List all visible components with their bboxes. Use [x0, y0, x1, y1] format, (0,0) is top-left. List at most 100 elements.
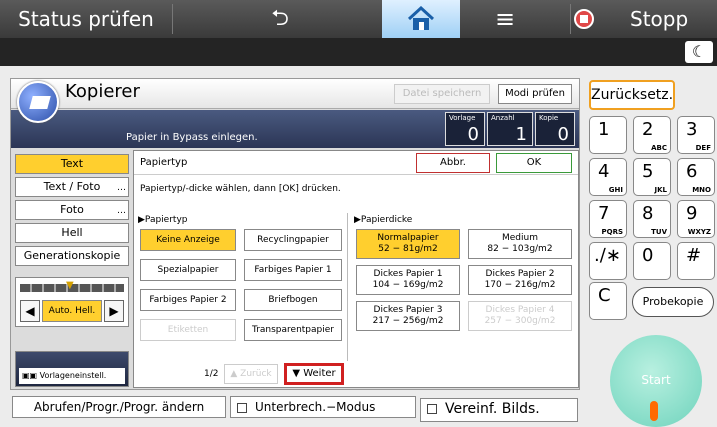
previous-page-button[interactable]: ▲ Zurück: [224, 364, 278, 384]
dialog-hint: Papiertyp/-dicke wählen, dann [OK] drück…: [140, 184, 341, 194]
counter-label: Vorlage: [449, 114, 476, 122]
simple-screen-button[interactable]: Vereinf. Bilds.: [420, 398, 578, 422]
auto-density-button[interactable]: Auto. Hell.: [42, 300, 102, 322]
key-letters: GHI: [608, 186, 623, 194]
clear-key[interactable]: C: [589, 282, 627, 320]
status-check-button[interactable]: Status prüfen: [0, 0, 172, 38]
key-3[interactable]: 3 DEF: [677, 116, 715, 154]
dialog-header: Papiertyp Abbr. OK: [134, 151, 578, 175]
column-divider: [347, 213, 348, 361]
counter-label: Kopie: [539, 114, 559, 122]
key-1[interactable]: 1: [589, 116, 627, 154]
app-header: Kopierer Datei speichern Modi prüfen: [11, 79, 579, 109]
mode-text-photo-button[interactable]: Text / Foto…: [15, 177, 129, 197]
density-pointer-icon: ▼: [66, 280, 74, 291]
preset-button[interactable]: ▣▣ Vorlageneinstell.: [19, 368, 125, 384]
ok-button[interactable]: OK: [496, 153, 572, 173]
thickness-thick3-button[interactable]: Dickes Papier 3 217 − 256g/m2: [356, 301, 460, 331]
paper-type-dialog: Papiertyp Abbr. OK Papiertyp/-dicke wähl…: [133, 150, 579, 388]
key-7[interactable]: 7 PQRS: [589, 200, 627, 238]
thickness-thick2-button[interactable]: Dickes Papier 2 170 − 216g/m2: [468, 265, 572, 295]
recall-program-button[interactable]: Abrufen/Progr./Progr. ändern: [12, 396, 226, 418]
type-recycled-button[interactable]: Recyclingpapier: [244, 229, 342, 251]
thickness-thick4-button[interactable]: Dickes Papier 4 257 − 300g/m2: [468, 301, 572, 331]
key-letters: MNO: [692, 186, 711, 194]
interrupt-mode-button[interactable]: Unterbrech.−Modus: [230, 396, 416, 418]
key-letters: JKL: [654, 186, 668, 194]
app-title: Kopierer: [65, 81, 140, 102]
page-indicator: 1/2: [204, 369, 219, 379]
key-6[interactable]: 6 MNO: [677, 158, 715, 196]
thickness-range: 170 − 216g/m2: [484, 280, 556, 290]
mode-photo-button[interactable]: Foto…: [15, 200, 129, 220]
next-page-button[interactable]: ▼ Weiter: [284, 363, 344, 385]
type-labels-button[interactable]: Etiketten: [140, 319, 236, 341]
type-color2-button[interactable]: Farbiges Papier 2: [140, 289, 236, 311]
reset-button[interactable]: Zurücksetz.: [589, 80, 675, 110]
simple-screen-label: Vereinf. Bilds.: [445, 401, 540, 417]
start-label: Start: [641, 373, 671, 387]
status-strip: [0, 38, 717, 66]
mode-light-button[interactable]: Hell: [15, 223, 129, 243]
energy-saver-button[interactable]: ☾: [685, 41, 713, 63]
density-darker-button[interactable]: ▶: [104, 300, 124, 322]
thickness-medium-button[interactable]: Medium 82 − 103g/m2: [468, 229, 572, 259]
original-type-column: Text Text / Foto … Foto … Hell Generations…: [15, 154, 133, 269]
key-digit: 5: [642, 161, 654, 182]
type-no-display-button[interactable]: Keine Anzeige: [140, 229, 236, 251]
more-icon: …: [117, 183, 126, 193]
key-dot-star[interactable]: .∕∗: [589, 242, 627, 280]
down-arrow-icon: ▼: [292, 368, 304, 379]
top-bar: Status prüfen ⮌ ≡ Stopp: [0, 0, 717, 38]
quantity-counter[interactable]: Anzahl 1: [487, 112, 533, 146]
stop-button[interactable]: Stopp: [570, 0, 717, 38]
thickness-name: Normalpapier: [377, 233, 439, 243]
back-button[interactable]: ⮌: [230, 0, 330, 38]
density-lighter-button[interactable]: ◀: [20, 300, 40, 322]
thickness-range: 52 − 81g/m2: [378, 244, 438, 254]
cancel-button[interactable]: Abbr.: [416, 153, 490, 173]
check-modes-button[interactable]: Modi prüfen: [498, 84, 572, 104]
type-color1-button[interactable]: Farbiges Papier 1: [244, 259, 342, 281]
key-8[interactable]: 8 TUV: [633, 200, 671, 238]
key-0[interactable]: 0: [633, 242, 671, 280]
key-letters: PQRS: [601, 228, 623, 236]
thickness-thick1-button[interactable]: Dickes Papier 1 104 − 169g/m2: [356, 265, 460, 295]
key-digit: 8: [642, 203, 654, 224]
thickness-range: 104 − 169g/m2: [372, 280, 444, 290]
counter-value: 0: [557, 124, 569, 145]
start-button[interactable]: Start: [610, 335, 702, 427]
key-digit: 4: [598, 161, 610, 182]
key-letters: DEF: [695, 144, 711, 152]
thickness-range: 217 − 256g/m2: [372, 316, 444, 326]
home-icon: [407, 6, 435, 30]
checkbox: [427, 404, 437, 414]
menu-button[interactable]: ≡: [460, 0, 550, 38]
key-9[interactable]: 9 WXYZ: [677, 200, 715, 238]
thickness-normal-button[interactable]: Normalpapier 52 − 81g/m2: [356, 229, 460, 259]
save-file-button[interactable]: Datei speichern: [394, 84, 490, 104]
type-transparent-button[interactable]: Transparentpapier: [244, 319, 342, 341]
next-label: Weiter: [303, 368, 336, 379]
sample-copy-button[interactable]: Probekopie: [632, 287, 714, 317]
key-4[interactable]: 4 GHI: [589, 158, 627, 196]
copier-panel: Kopierer Datei speichern Modi prüfen Pap…: [10, 78, 580, 390]
thickness-name: Dickes Papier 3: [373, 305, 443, 315]
thickness-name: Dickes Papier 2: [485, 269, 555, 279]
key-digit: 7: [598, 203, 610, 224]
key-digit: 3: [686, 119, 698, 140]
type-letterhead-button[interactable]: Briefbogen: [244, 289, 342, 311]
mode-generation-copy-button[interactable]: Generationskopie: [15, 246, 129, 266]
home-button[interactable]: [382, 0, 460, 38]
paper-thickness-header: ▶Papierdicke: [354, 215, 413, 225]
thickness-range: 257 − 300g/m2: [484, 316, 556, 326]
counter-value: 1: [515, 124, 527, 145]
type-special-button[interactable]: Spezialpapier: [140, 259, 236, 281]
key-2[interactable]: 2 ABC: [633, 116, 671, 154]
key-5[interactable]: 5 JKL: [633, 158, 671, 196]
status-message: Papier in Bypass einlegen.: [126, 132, 258, 143]
paper-type-header: ▶Papiertyp: [138, 215, 188, 225]
mode-text-button[interactable]: Text: [15, 154, 129, 174]
key-hash[interactable]: #: [677, 242, 715, 280]
info-bar: Papier in Bypass einlegen. Vorlage 0 Anz…: [11, 110, 579, 148]
